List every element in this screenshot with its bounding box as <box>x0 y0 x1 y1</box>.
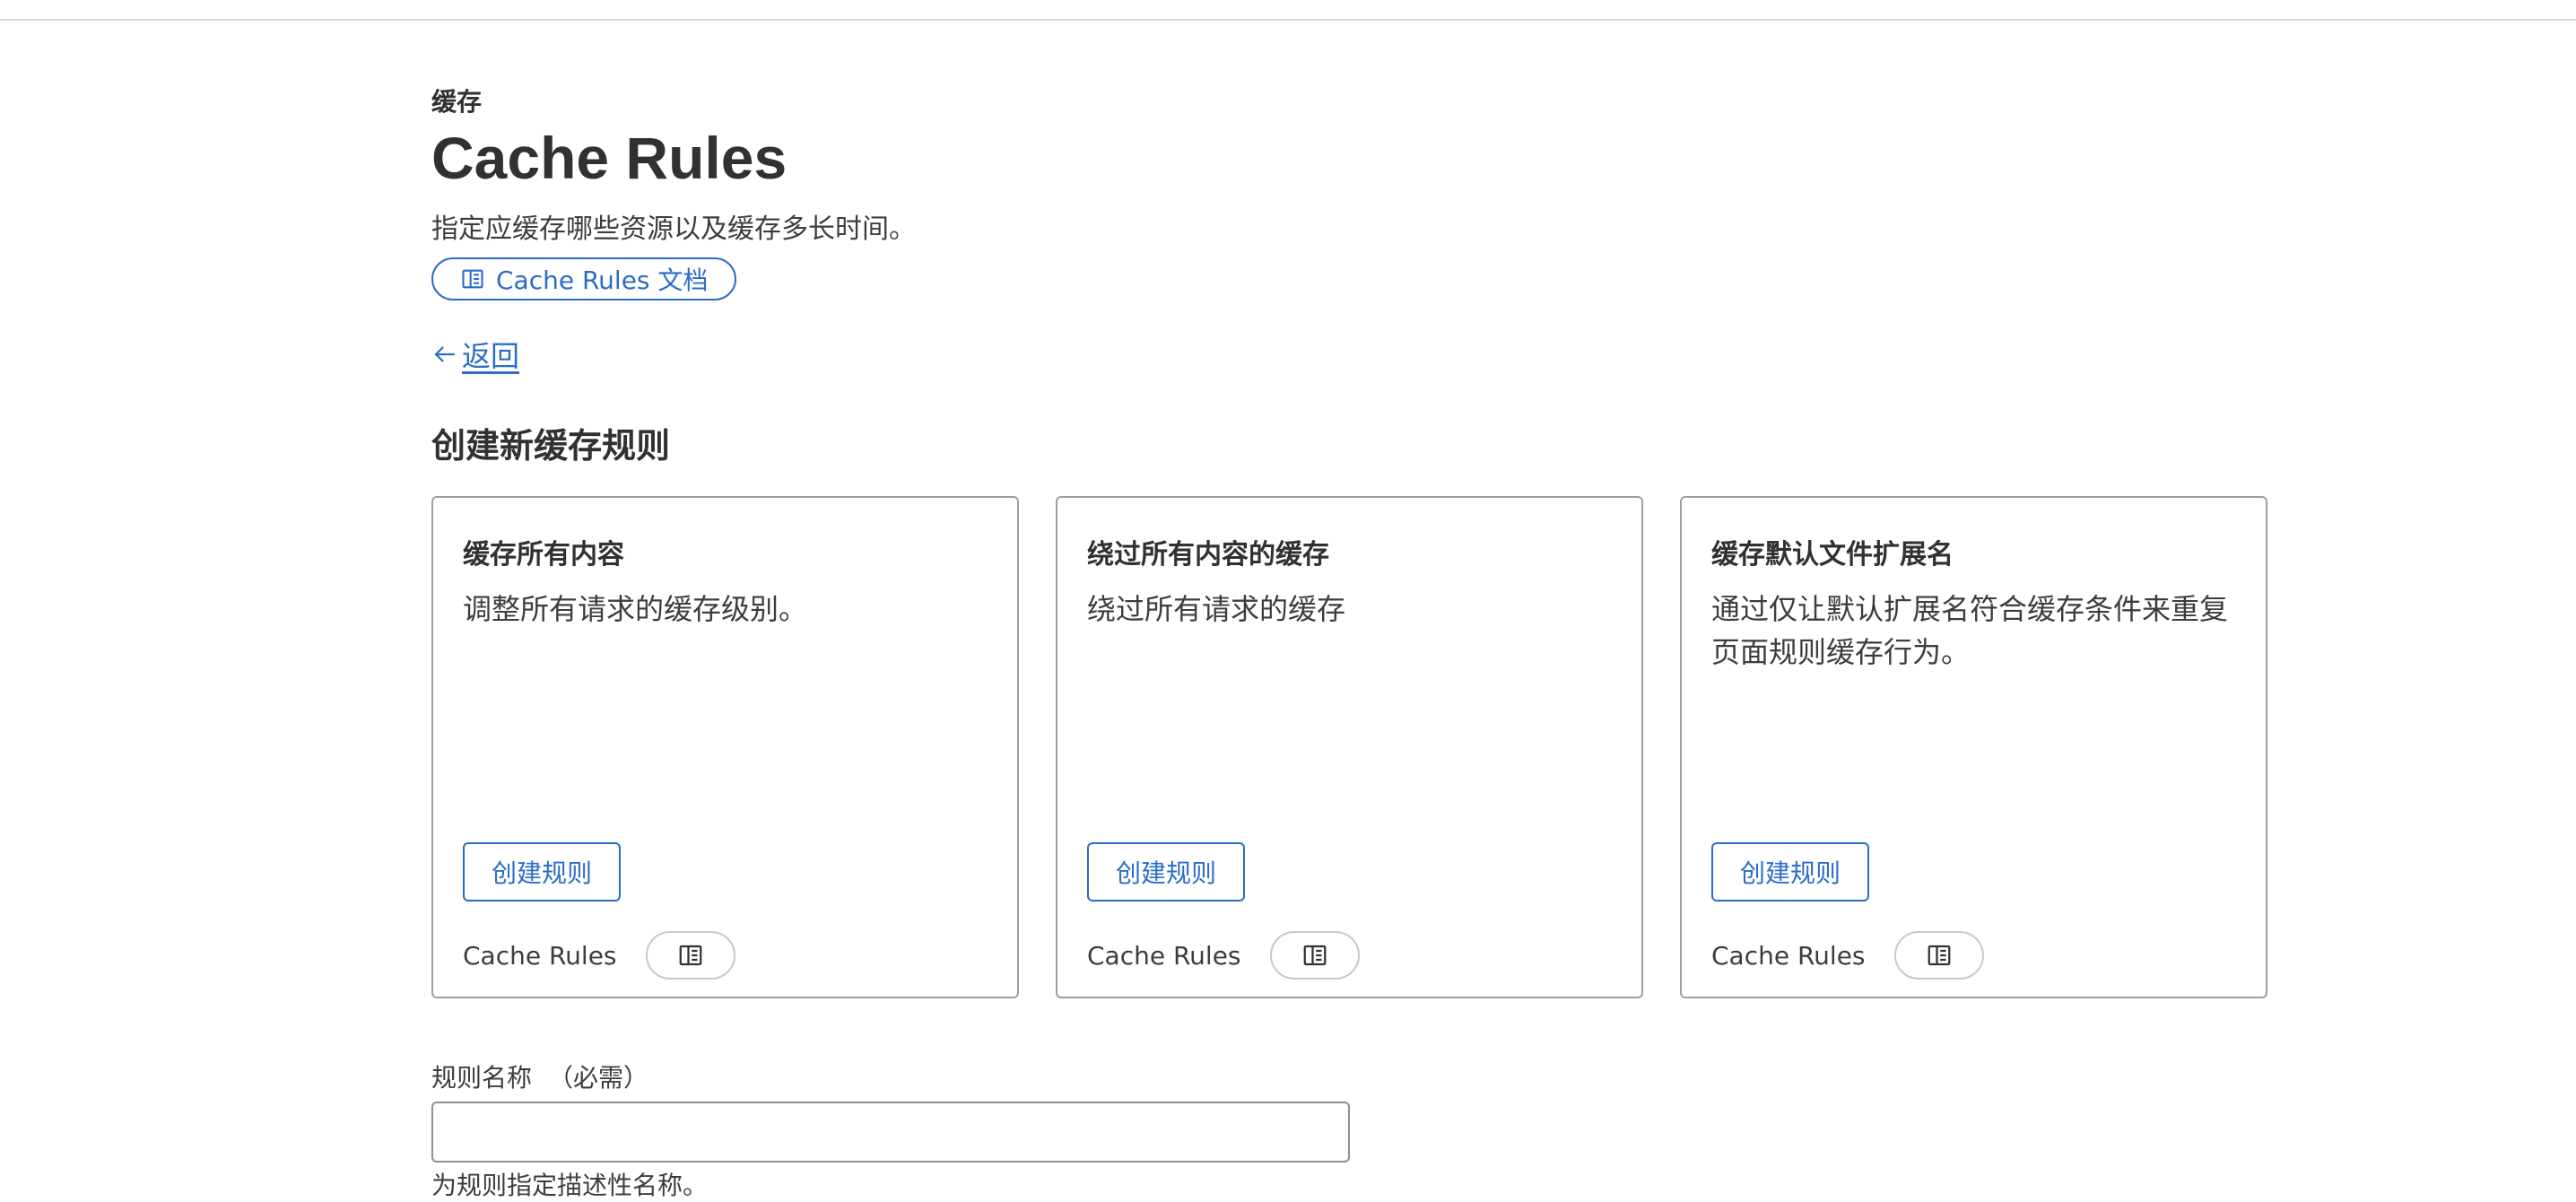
template-card-cache-everything: 缓存所有内容 调整所有请求的缓存级别。 创建规则 Cache Rules <box>431 496 1019 998</box>
breadcrumb-eyebrow: 缓存 <box>431 87 483 117</box>
rule-name-help: 为规则指定描述性名称。 <box>431 1171 709 1200</box>
arrow-left-icon <box>434 346 456 362</box>
card-footer-label: Cache Rules <box>463 940 617 971</box>
cache-rules-docs-link[interactable]: Cache Rules 文档 <box>431 257 737 300</box>
card-title: 缓存默认文件扩展名 <box>1711 539 1954 571</box>
card-title: 缓存所有内容 <box>463 539 624 571</box>
template-cards: 缓存所有内容 调整所有请求的缓存级别。 创建规则 Cache Rules 绕过所… <box>431 496 2270 998</box>
book-icon <box>1303 945 1326 966</box>
template-card-default-extensions: 缓存默认文件扩展名 通过仅让默认扩展名符合缓存条件来重复页面规则缓存行为。 创建… <box>1680 496 2267 998</box>
card-footer: Cache Rules <box>1087 931 1360 980</box>
rule-name-label-text: 规则名称 <box>431 1063 533 1093</box>
card-docs-button[interactable] <box>1893 931 1984 980</box>
docs-link-label: Cache Rules 文档 <box>496 266 709 295</box>
card-footer: Cache Rules <box>1711 931 1984 980</box>
card-footer: Cache Rules <box>463 931 735 980</box>
card-description: 通过仅让默认扩展名符合缓存条件来重复页面规则缓存行为。 <box>1711 592 2229 669</box>
card-docs-button[interactable] <box>1269 931 1360 980</box>
template-card-bypass-cache: 绕过所有内容的缓存 绕过所有请求的缓存 创建规则 Cache Rules <box>1056 496 1643 998</box>
book-icon <box>679 945 701 966</box>
book-icon <box>462 269 483 289</box>
card-footer-label: Cache Rules <box>1711 940 1866 971</box>
card-footer-label: Cache Rules <box>1087 940 1241 971</box>
card-description: 调整所有请求的缓存级别。 <box>463 592 808 626</box>
rule-name-input[interactable] <box>431 1102 1350 1163</box>
required-marker: （必需） <box>548 1063 649 1093</box>
book-icon <box>1928 945 1950 966</box>
create-rule-button[interactable]: 创建规则 <box>1087 842 1245 902</box>
card-title: 绕过所有内容的缓存 <box>1087 539 1329 571</box>
page-title: Cache Rules <box>431 125 788 191</box>
section-title: 创建新缓存规则 <box>431 426 671 466</box>
create-rule-button[interactable]: 创建规则 <box>463 842 621 902</box>
create-rule-button[interactable]: 创建规则 <box>1711 842 1869 902</box>
page-subtitle: 指定应缓存哪些资源以及缓存多长时间。 <box>431 213 916 245</box>
card-docs-button[interactable] <box>645 931 735 980</box>
back-link[interactable]: 返回 <box>431 334 519 375</box>
back-link-label: 返回 <box>462 339 520 373</box>
rule-name-label: 规则名称 （必需） <box>431 1058 648 1094</box>
card-description: 绕过所有请求的缓存 <box>1087 592 1346 626</box>
top-divider <box>0 19 2576 21</box>
